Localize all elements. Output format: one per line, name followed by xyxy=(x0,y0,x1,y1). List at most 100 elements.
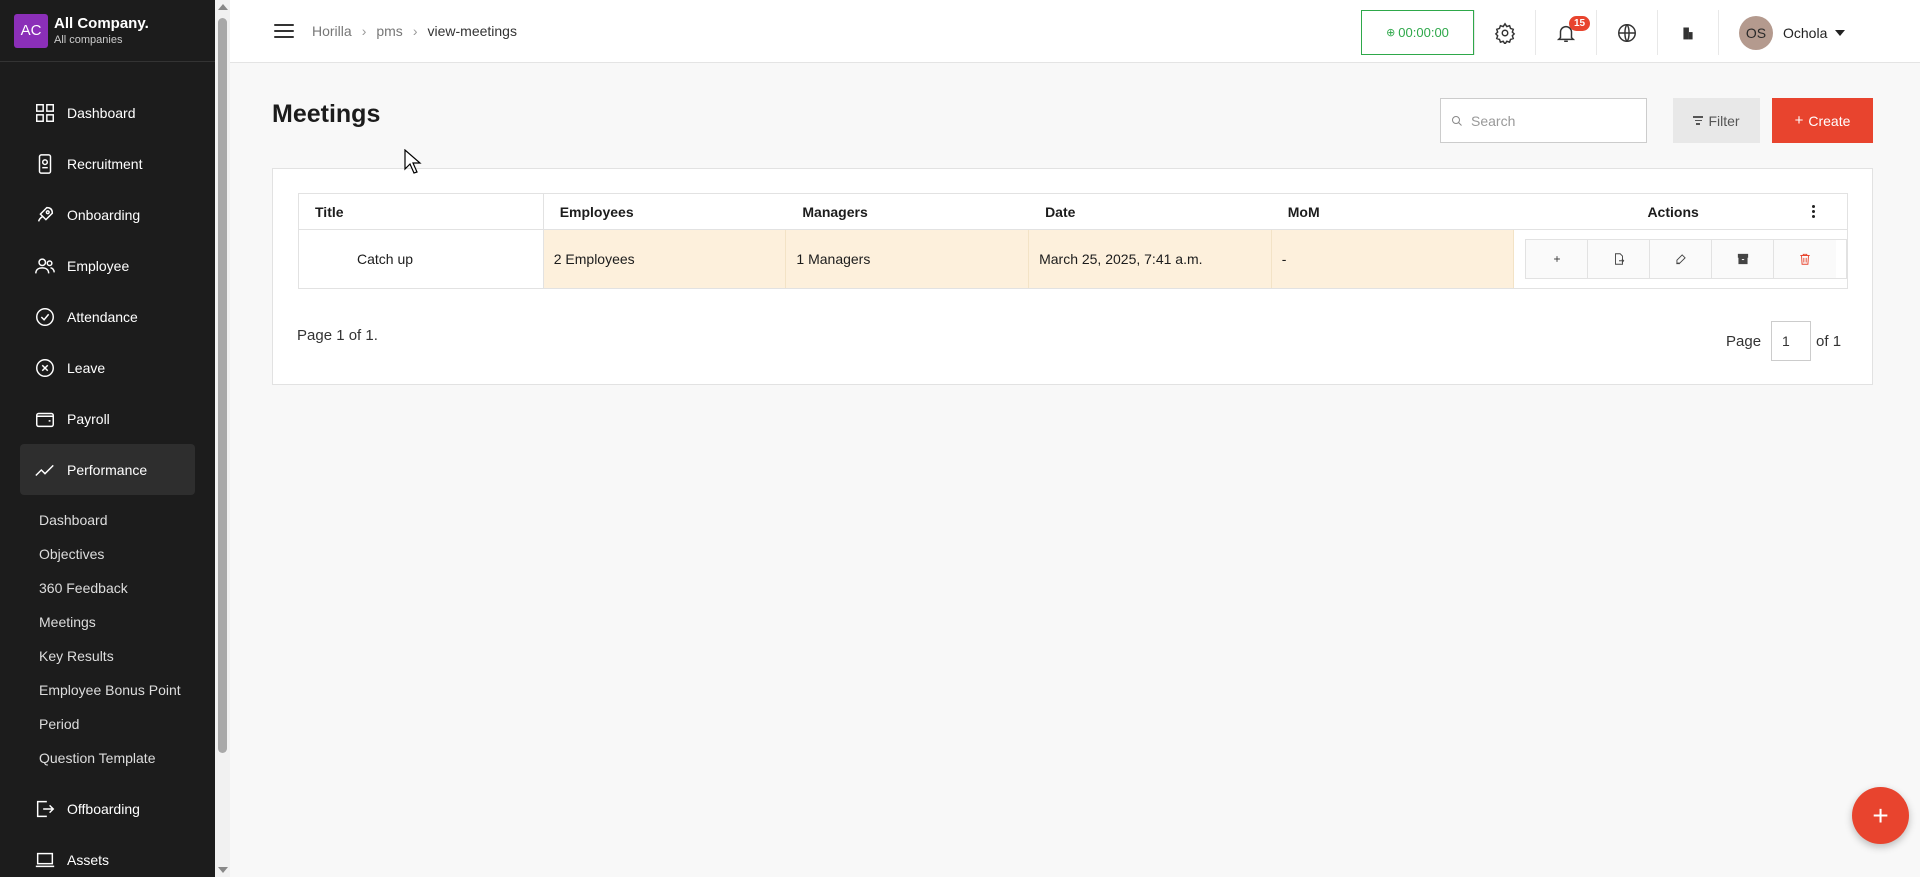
column-options-icon[interactable] xyxy=(1812,205,1816,218)
search-input[interactable] xyxy=(1471,112,1631,129)
trash-icon xyxy=(1800,253,1811,265)
scroll-up-arrow-icon[interactable] xyxy=(218,4,228,10)
sidebar-item-label: Dashboard xyxy=(67,104,136,121)
filter-icon xyxy=(1693,116,1704,125)
globe-icon xyxy=(1618,23,1636,42)
clock-in-icon: ⊕ xyxy=(1386,27,1396,39)
sidebar-item-employee[interactable]: Employee xyxy=(20,240,195,291)
submenu-employee-bonus-point[interactable]: Employee Bonus Point xyxy=(39,673,195,707)
company-sub: All companies xyxy=(54,34,123,46)
avatar: OS xyxy=(1739,15,1773,50)
question-button[interactable] xyxy=(1588,240,1651,278)
edit-icon xyxy=(1676,254,1686,265)
topbar: Horilla › pms › view-meetings ⊕ 00:00:00… xyxy=(230,0,1920,63)
menu-toggle-icon[interactable] xyxy=(274,24,294,38)
page-label: Page xyxy=(1726,332,1762,350)
sidebar-item-assets[interactable]: Assets xyxy=(20,834,195,877)
header-employees[interactable]: Employees xyxy=(544,194,787,229)
cell-employees: 2 Employees xyxy=(543,230,787,288)
wallet-icon xyxy=(33,407,57,431)
cell-actions xyxy=(1514,230,1847,288)
sidebar-item-label: Performance xyxy=(67,461,148,478)
notifications-button[interactable]: 15 xyxy=(1535,10,1596,55)
header-mom[interactable]: MoM xyxy=(1272,194,1515,229)
user-menu[interactable]: OS Ochola xyxy=(1718,10,1846,55)
sidebar-item-label: Leave xyxy=(67,359,106,376)
header-date[interactable]: Date xyxy=(1029,194,1272,229)
file-arrow-icon xyxy=(1614,253,1625,265)
sidebar-item-offboarding[interactable]: Offboarding xyxy=(20,783,195,834)
page-of-label: of 1 xyxy=(1816,332,1842,350)
people-icon xyxy=(33,254,57,278)
sidebar-item-dashboard[interactable]: Dashboard xyxy=(20,87,195,138)
scroll-thumb[interactable] xyxy=(218,18,227,753)
sidebar-item-recruitment[interactable]: Recruitment xyxy=(20,138,195,189)
header-title[interactable]: Title xyxy=(299,194,544,229)
rocket-icon xyxy=(33,203,57,227)
sidebar-item-label: Assets xyxy=(67,851,110,868)
trend-icon xyxy=(33,458,57,482)
company-name: All Company. xyxy=(54,15,149,32)
cell-mom: - xyxy=(1271,230,1515,288)
recruitment-icon xyxy=(33,152,57,176)
table-row[interactable]: Catch up 2 Employees 1 Managers March 25… xyxy=(299,230,1847,288)
sidebar-item-payroll[interactable]: Payroll xyxy=(20,393,195,444)
check-circle-icon xyxy=(33,305,57,329)
company-switcher[interactable]: AC All Company. All companies xyxy=(0,0,215,62)
add-mom-button[interactable] xyxy=(1526,240,1589,278)
create-button[interactable]: + Create xyxy=(1772,98,1873,143)
laptop-icon xyxy=(33,848,57,872)
sidebar-item-leave[interactable]: Leave xyxy=(20,342,195,393)
table-header: Title Employees Managers Date MoM Action… xyxy=(299,194,1847,230)
filter-label: Filter xyxy=(1708,112,1740,129)
edit-button[interactable] xyxy=(1650,240,1713,278)
company-button[interactable] xyxy=(1657,10,1718,55)
delete-button[interactable] xyxy=(1774,240,1837,278)
archive-icon xyxy=(1737,253,1749,265)
chevron-right-icon: › xyxy=(412,23,418,39)
cell-title: Catch up xyxy=(299,230,544,288)
submenu-360-feedback[interactable]: 360 Feedback xyxy=(39,571,195,605)
main-nav: Dashboard Recruitment Onboarding Employe… xyxy=(20,87,195,877)
submenu-question-template[interactable]: Question Template xyxy=(39,741,195,775)
sidebar-item-onboarding[interactable]: Onboarding xyxy=(20,189,195,240)
plus-icon: + xyxy=(1794,112,1804,129)
breadcrumb-horilla[interactable]: Horilla xyxy=(312,23,352,39)
company-logo: AC xyxy=(14,13,48,48)
page-number-input[interactable] xyxy=(1771,321,1812,361)
settings-button[interactable] xyxy=(1474,10,1535,55)
submenu-objectives[interactable]: Objectives xyxy=(39,537,195,571)
building-icon xyxy=(1683,27,1693,39)
sidebar-item-attendance[interactable]: Attendance xyxy=(20,291,195,342)
filter-button[interactable]: Filter xyxy=(1673,98,1760,143)
mouse-cursor-icon xyxy=(404,149,422,174)
sidebar-scrollbar[interactable] xyxy=(215,0,230,877)
sidebar-item-label: Recruitment xyxy=(67,155,143,172)
performance-submenu: Dashboard Objectives 360 Feedback Meetin… xyxy=(20,503,195,775)
header-managers[interactable]: Managers xyxy=(786,194,1029,229)
scroll-down-arrow-icon[interactable] xyxy=(218,867,228,873)
submenu-meetings[interactable]: Meetings xyxy=(39,605,195,639)
sidebar-item-performance[interactable]: Performance xyxy=(20,444,195,495)
user-name: Ochola xyxy=(1783,24,1828,41)
x-circle-icon xyxy=(33,356,57,380)
meetings-card: Title Employees Managers Date MoM Action… xyxy=(272,168,1873,385)
language-button[interactable] xyxy=(1596,10,1657,55)
archive-button[interactable] xyxy=(1712,240,1775,278)
sidebar-item-label: Attendance xyxy=(67,308,138,325)
clock-in-button[interactable]: ⊕ 00:00:00 xyxy=(1361,10,1474,55)
breadcrumb-pms[interactable]: pms xyxy=(376,23,402,39)
header-actions-cell: Actions xyxy=(1514,194,1847,229)
search-box[interactable] xyxy=(1440,98,1647,143)
sidebar-item-label: Offboarding xyxy=(67,800,140,817)
sidebar: AC All Company. All companies Dashboard … xyxy=(0,0,215,877)
plus-icon xyxy=(1554,256,1560,262)
row-actions xyxy=(1525,239,1847,279)
submenu-period[interactable]: Period xyxy=(39,707,195,741)
submenu-dashboard[interactable]: Dashboard xyxy=(39,503,195,537)
pagination-info: Page 1 of 1. xyxy=(297,327,378,344)
exit-icon xyxy=(33,797,57,821)
search-icon xyxy=(1452,115,1462,126)
quick-action-button[interactable]: + xyxy=(1852,787,1909,844)
submenu-key-results[interactable]: Key Results xyxy=(39,639,195,673)
